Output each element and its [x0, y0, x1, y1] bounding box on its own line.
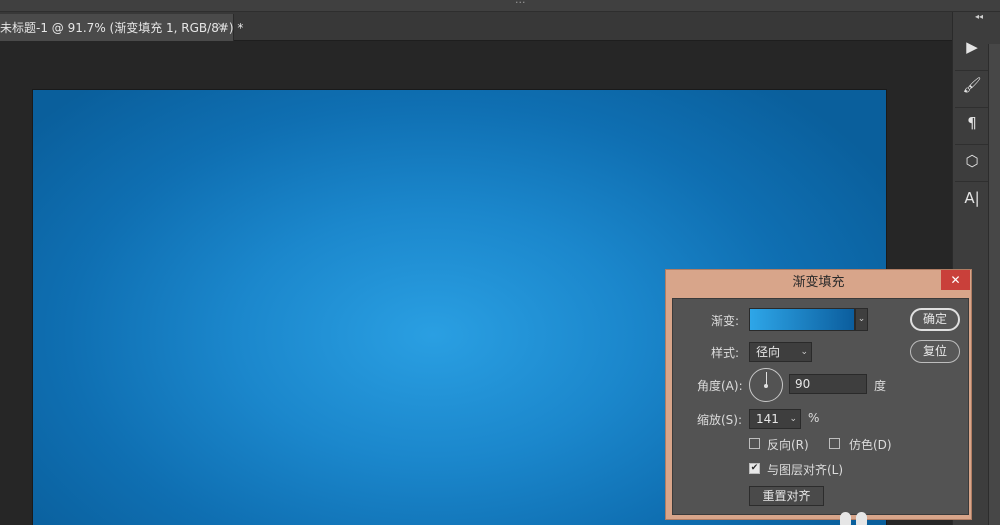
- cursor-shape: [856, 512, 867, 525]
- scale-input[interactable]: 141 ⌄: [749, 409, 801, 429]
- align-with-layer-checkbox[interactable]: ✔: [749, 463, 760, 474]
- angle-unit: 度: [874, 379, 887, 393]
- close-tab-icon[interactable]: ×: [214, 19, 228, 33]
- angle-label: 角度(A):: [697, 379, 743, 393]
- window-title-bar: ...: [0, 0, 1000, 12]
- align-with-layer-label: 与图层对齐(L): [767, 463, 844, 477]
- scale-unit: %: [808, 411, 820, 425]
- angle-dial-center: [764, 384, 768, 388]
- play-icon[interactable]: ▶: [957, 32, 987, 62]
- brush-icon[interactable]: 🖌: [957, 70, 987, 100]
- ok-button[interactable]: 确定: [910, 308, 960, 331]
- gradient-fill-dialog: 渐变填充 ✕ 渐变: ⌄ 确定 复位 样式: 径向 ⌄ 角度(A): 90 度 …: [665, 269, 972, 520]
- gradient-preview[interactable]: [749, 308, 855, 331]
- gradient-label: 渐变:: [711, 314, 740, 328]
- reset-alignment-button[interactable]: 重置对齐: [749, 486, 824, 506]
- dialog-title: 渐变填充: [792, 275, 845, 290]
- scale-input-value: 141: [756, 412, 779, 426]
- chevron-down-icon: ⌄: [789, 414, 797, 424]
- document-tab-label: 未标题-1 @ 91.7% (渐变填充 1, RGB/8#) *: [0, 21, 244, 35]
- collapse-panel-icon[interactable]: ◂◂: [975, 12, 983, 21]
- angle-input[interactable]: 90: [789, 374, 867, 394]
- reset-button[interactable]: 复位: [910, 340, 960, 363]
- document-tab-bar: 未标题-1 @ 91.7% (渐变填充 1, RGB/8#) * ×: [0, 12, 952, 41]
- dither-checkbox[interactable]: [829, 438, 840, 449]
- chevron-down-icon: ⌄: [800, 347, 808, 357]
- dialog-body: 渐变: ⌄ 确定 复位 样式: 径向 ⌄ 角度(A): 90 度 缩放(S): …: [672, 298, 969, 515]
- window-title: ...: [515, 0, 526, 6]
- style-label: 样式:: [711, 346, 740, 360]
- chevron-down-icon[interactable]: ⌄: [855, 308, 868, 331]
- angle-dial[interactable]: [749, 368, 783, 402]
- reverse-label: 反向(R): [767, 438, 809, 452]
- panel-divider: [955, 144, 989, 145]
- style-select-value: 径向: [756, 345, 781, 359]
- reverse-checkbox[interactable]: [749, 438, 760, 449]
- document-tab[interactable]: 未标题-1 @ 91.7% (渐变填充 1, RGB/8#) * ×: [0, 14, 243, 41]
- cursor-overlay: [840, 512, 870, 525]
- style-select[interactable]: 径向 ⌄: [749, 342, 812, 362]
- panel-strip: [988, 44, 1000, 525]
- scale-label: 缩放(S):: [697, 413, 743, 427]
- paragraph-icon[interactable]: ¶: [957, 108, 987, 138]
- close-icon[interactable]: ✕: [941, 270, 970, 290]
- cube-icon[interactable]: ⬡: [957, 146, 987, 176]
- character-icon[interactable]: A|: [957, 183, 987, 213]
- dither-label: 仿色(D): [849, 438, 892, 452]
- cursor-shape: [840, 512, 851, 525]
- panel-divider: [955, 181, 989, 182]
